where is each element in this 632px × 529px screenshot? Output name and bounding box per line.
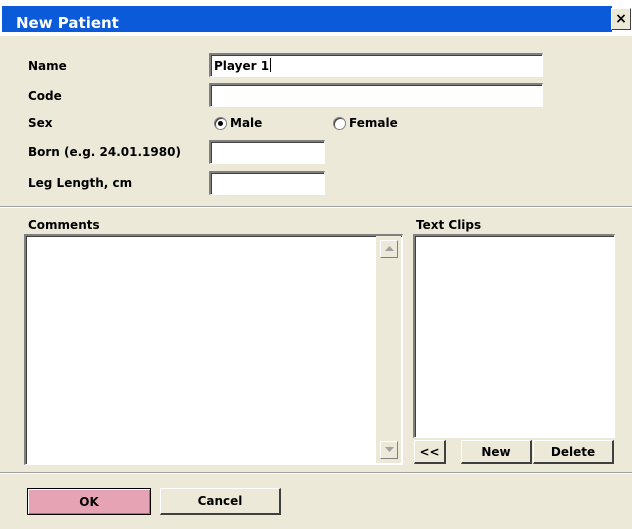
name-label: Name [28,59,67,73]
cancel-button[interactable]: Cancel [160,488,281,515]
text-clips-new-button[interactable]: New [461,440,532,464]
born-label: Born (e.g. 24.01.1980) [28,145,181,159]
text-clips-list[interactable] [413,234,615,438]
sex-label: Sex [28,116,53,130]
window-title: New Patient [16,14,119,32]
separator-top [0,206,632,208]
close-icon: × [615,11,627,27]
born-input[interactable] [209,140,325,164]
radio-selected-dot [218,121,223,126]
title-bar: New Patient × [0,0,632,36]
text-clips-new-label: New [481,444,511,459]
cancel-button-label: Cancel [197,494,243,508]
comments-scrollbar[interactable] [376,236,401,463]
radio-female-label[interactable]: Female [349,116,398,130]
radio-male-label[interactable]: Male [230,116,262,130]
title-bar-fill: New Patient [2,6,612,32]
code-label: Code [28,89,62,103]
text-clips-label: Text Clips [416,218,482,232]
leg-length-input[interactable] [209,171,325,195]
chevron-down-icon [384,447,394,452]
ok-button-label: OK [79,494,99,509]
text-clips-delete-button[interactable]: Delete [533,440,614,464]
double-left-arrow-icon: << [419,444,440,459]
ok-button[interactable]: OK [27,488,151,515]
text-clips-delete-label: Delete [550,444,596,459]
comments-textarea[interactable] [24,234,403,465]
leg-length-label: Leg Length, cm [28,176,133,190]
radio-female[interactable] [333,117,346,130]
text-clips-back-button[interactable]: << [414,440,446,464]
code-input[interactable] [209,83,543,107]
name-input-value: Player 1 [214,59,270,73]
chevron-up-icon [384,246,394,251]
scroll-up-button[interactable] [380,240,398,258]
text-caret [270,58,272,72]
separator-bottom [0,472,632,474]
radio-male[interactable] [214,117,227,130]
name-input[interactable]: Player 1 [209,53,543,77]
scroll-down-button[interactable] [380,441,398,459]
close-button[interactable]: × [611,8,631,30]
comments-label: Comments [28,218,100,232]
